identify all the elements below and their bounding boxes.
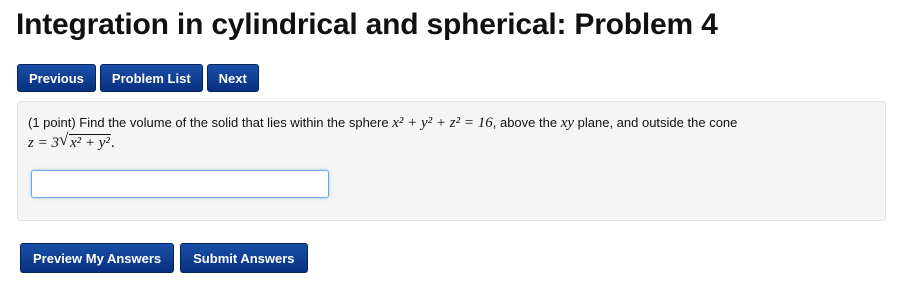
problem-box: (1 point) Find the volume of the solid t… (17, 101, 886, 221)
answer-input[interactable] (31, 170, 329, 198)
cone-radicand: x² + y² (68, 134, 111, 151)
preview-answers-button[interactable]: Preview My Answers (20, 243, 175, 273)
plane-name-text: xy (560, 115, 575, 131)
sphere-equation-text: x² + y² + z² = 16 (392, 115, 493, 131)
problem-statement: (1 point) Find the volume of the solid t… (28, 113, 873, 153)
cone-radicand-text: x² + y² (69, 135, 110, 151)
sphere-equation: x² + y² + z² = 16 (392, 115, 493, 131)
page-title: Integration in cylindrical and spherical… (16, 8, 718, 41)
problem-intro: (1 point) Find the volume of the solid t… (28, 115, 389, 130)
plane-name: xy (561, 115, 574, 131)
cone-lhs: z = 3 (28, 135, 59, 151)
square-root: √ x² + y² (58, 130, 111, 153)
radical-sign-icon: √ (58, 130, 69, 149)
submit-row: Preview My Answers Submit Answers (20, 243, 308, 273)
problem-navigation: Previous Problem List Next (17, 64, 259, 92)
submit-answers-button[interactable]: Submit Answers (180, 243, 308, 273)
cone-equation: z = 3 √ x² + y². (28, 130, 115, 153)
problem-plane-text: plane, and outside the cone (577, 115, 738, 130)
next-button[interactable]: Next (206, 64, 259, 92)
problem-middle-text: , above the (492, 115, 558, 130)
problem-list-button[interactable]: Problem List (99, 64, 203, 92)
previous-button[interactable]: Previous (17, 64, 96, 92)
problem-end: . (110, 135, 115, 151)
